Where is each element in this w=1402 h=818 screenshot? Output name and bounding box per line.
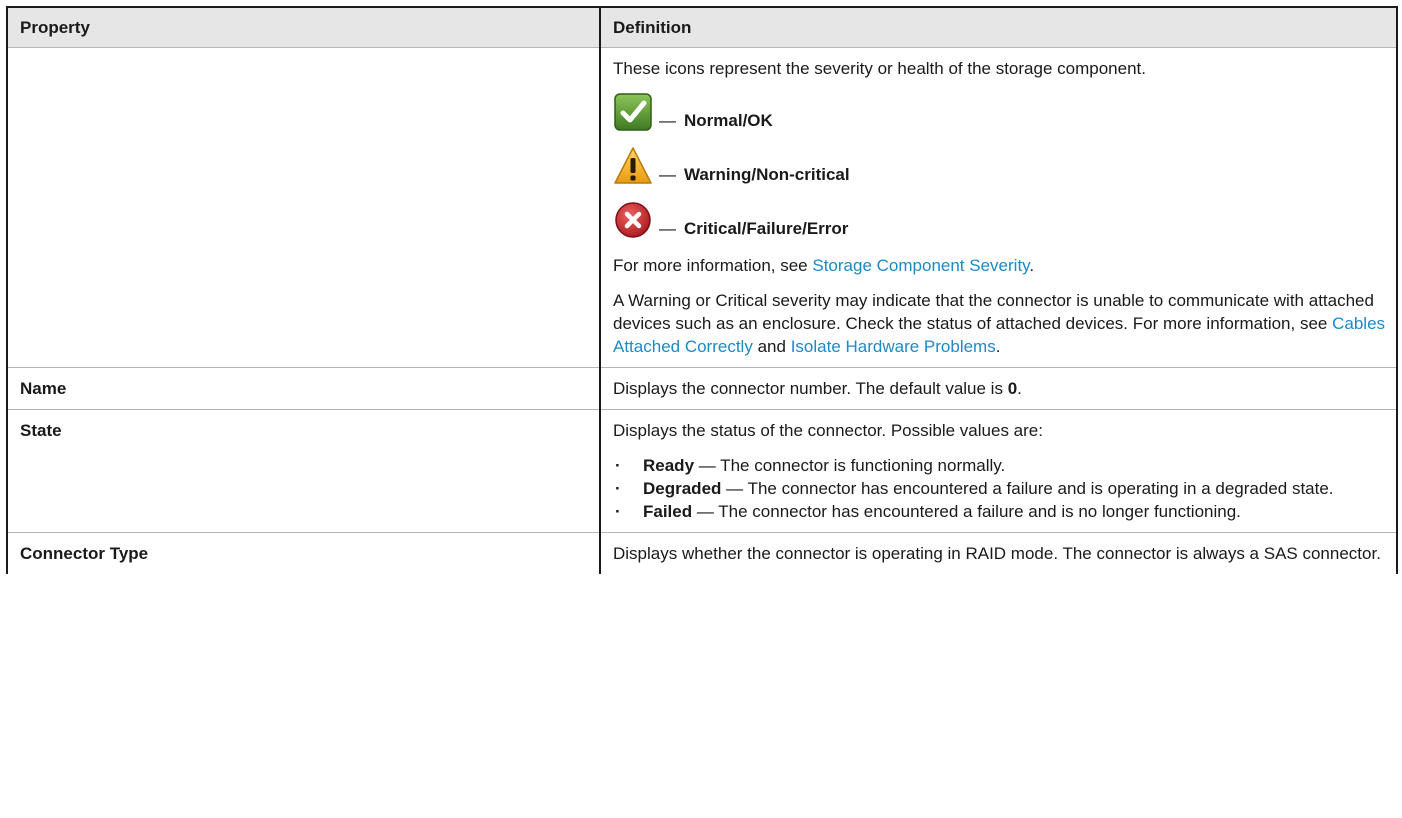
severity-item-ok: — Normal/OK [613,92,1386,132]
severity-label-warning: Warning/Non-critical [684,165,850,184]
connector-type-definition-cell: Displays whether the connector is operat… [599,532,1398,574]
table-row: These icons represent the severity or he… [6,47,1398,368]
state-term-failed: Failed [643,502,693,521]
warning-triangle-icon [614,147,652,184]
property-column-header: Property [6,6,601,48]
warning-critical-text: A Warning or Critical severity may indic… [613,291,1374,333]
severity-item-critical: — Critical/Failure/Error [613,200,1386,240]
name-property-cell: Name [6,367,601,410]
name-definition-period: . [1017,379,1022,398]
severity-property-cell [6,47,601,368]
name-definition-text: Displays the connector number. The defau… [613,379,1003,398]
list-item: Failed — The connector has encountered a… [613,500,1386,523]
definition-column-header: Definition [599,6,1398,48]
storage-component-severity-link[interactable]: Storage Component Severity [812,256,1029,275]
property-definition-table: Property Definition These icons represen… [6,6,1398,574]
table-header-row: Property Definition [6,6,1398,48]
severity-item-warning: — Warning/Non-critical [613,146,1386,186]
end-period: . [995,337,1001,356]
more-info-period: . [1029,256,1035,275]
severity-definition-cell: These icons represent the severity or he… [599,47,1398,368]
state-desc-ready: — The connector is functioning normally. [698,456,1006,475]
state-term-degraded: Degraded [643,479,722,498]
connector-type-property-cell: Connector Type [6,532,601,574]
severity-separator: — [659,219,676,238]
name-definition-cell: Displays the connector number. The defau… [599,367,1398,410]
severity-label-critical: Critical/Failure/Error [684,219,849,238]
critical-x-icon [615,202,651,238]
state-values-list: Ready — The connector is functioning nor… [613,454,1386,523]
list-item: Degraded — The connector has encountered… [613,477,1386,500]
table-row: State Displays the status of the connect… [6,409,1398,533]
table-row: Name Displays the connector number. The … [6,367,1398,410]
more-info-paragraph: For more information, see Storage Compon… [613,254,1386,277]
more-info-text: For more information, see [613,256,808,275]
ok-check-icon [614,93,652,131]
severity-separator: — [659,111,676,130]
severity-intro: These icons represent the severity or he… [613,59,1146,78]
list-item: Ready — The connector is functioning nor… [613,454,1386,477]
table-row: Connector Type Displays whether the conn… [6,532,1398,574]
state-intro: Displays the status of the connector. Po… [613,421,1043,440]
state-term-ready: Ready [643,456,695,475]
severity-separator: — [659,165,676,184]
state-desc-failed: — The connector has encountered a failur… [696,502,1241,521]
state-property-cell: State [6,409,601,533]
severity-label-ok: Normal/OK [684,111,773,130]
name-default-value: 0 [1007,379,1018,398]
and-text: and [757,337,786,356]
warning-critical-paragraph: A Warning or Critical severity may indic… [613,289,1386,358]
isolate-hardware-problems-link[interactable]: Isolate Hardware Problems [791,337,996,356]
state-definition-cell: Displays the status of the connector. Po… [599,409,1398,533]
state-desc-degraded: — The connector has encountered a failur… [726,479,1334,498]
